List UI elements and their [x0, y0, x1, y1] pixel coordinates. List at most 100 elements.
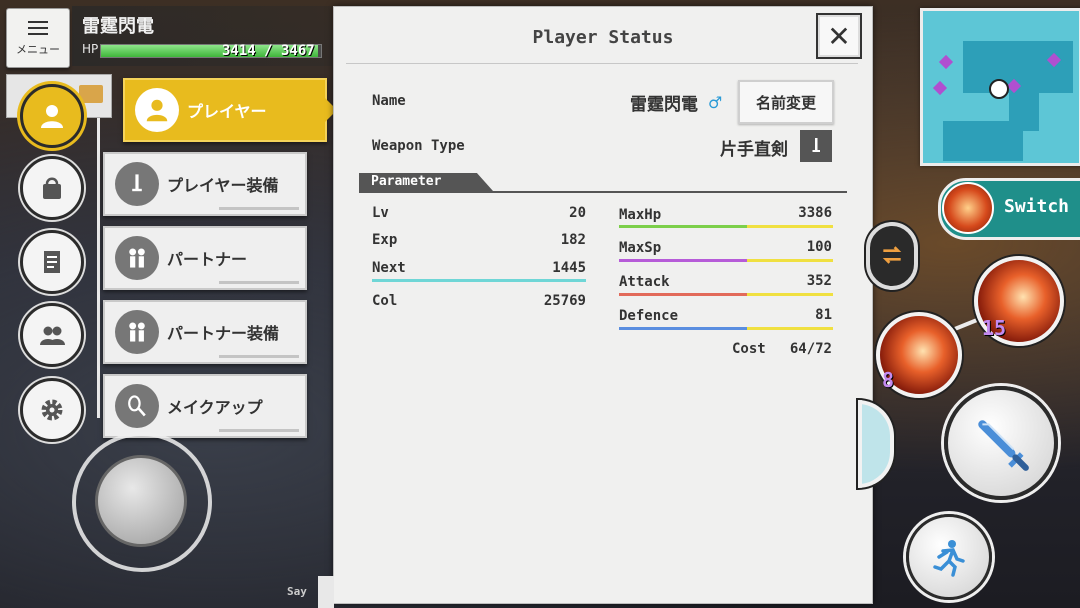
menu-button[interactable]: メニュー: [6, 8, 70, 68]
stat-maxsp-value: 100: [806, 239, 832, 255]
switch-label: Switch: [1004, 196, 1070, 217]
stat-col-value: 25769: [543, 293, 586, 309]
stat-attack-label: Attack: [619, 274, 670, 290]
sword-icon: [978, 420, 1029, 471]
switch-skill-icon: [942, 182, 994, 234]
makeup-icon: [115, 384, 159, 428]
side-menu-bag[interactable]: [20, 156, 84, 220]
maxsp-bar: [619, 259, 833, 262]
menu-connector-line: [97, 118, 100, 418]
partner-icon: [115, 236, 159, 280]
name-label: Name: [372, 93, 406, 109]
stat-maxhp-value: 3386: [798, 205, 832, 221]
submenu-partner-equip-label: パートナー装備: [167, 324, 280, 343]
say-label: Say: [287, 585, 307, 598]
dodge-button[interactable]: [906, 514, 992, 600]
joystick-knob[interactable]: [95, 455, 187, 547]
hp-value: 3414 / 3467: [222, 43, 315, 59]
stat-lv-label: Lv: [372, 205, 389, 221]
name-value: 雷霆閃電: [630, 95, 698, 115]
panel-title: Player Status: [532, 27, 674, 48]
person-icon: [41, 105, 63, 128]
hp-label: HP: [82, 42, 99, 56]
bag-icon: [43, 177, 61, 199]
player-icon: [135, 88, 179, 132]
close-icon: ✕: [827, 19, 851, 53]
maxhp-bar-bonus: [747, 225, 833, 228]
name-value-group: 雷霆閃電 ♂: [630, 90, 722, 115]
maxsp-bar-bonus: [747, 259, 833, 262]
maxsp-bar-base: [619, 259, 748, 262]
minimap-room: [943, 121, 1023, 161]
minimap[interactable]: [920, 8, 1080, 166]
gear-icon: [41, 399, 63, 421]
parameter-divider: [359, 191, 847, 193]
player-status-panel: Player Status ✕ Name 雷霆閃電 ♂ 名前変更 Weapon …: [333, 6, 873, 604]
close-button[interactable]: ✕: [816, 13, 862, 59]
stat-maxsp-label: MaxSp: [619, 240, 662, 256]
running-person-icon: [933, 540, 965, 577]
defence-bar-bonus: [747, 327, 833, 330]
parameter-header: Parameter: [359, 173, 493, 191]
stat-exp-label: Exp: [372, 232, 398, 248]
stat-exp-value: 182: [560, 232, 586, 248]
weapon-type-value: 片手直剣: [720, 140, 788, 160]
side-menu-player[interactable]: [20, 84, 84, 148]
partner-equip-icon: [115, 310, 159, 354]
submenu-partner-label: パートナー: [167, 250, 248, 269]
stat-next-label: Next: [372, 260, 406, 276]
party-icon: [40, 326, 65, 345]
stat-next-value: 1445: [552, 260, 586, 276]
side-menu-document[interactable]: [20, 230, 84, 294]
sword-equip-icon: [115, 162, 159, 206]
submenu-makeup[interactable]: メイクアップ: [103, 374, 307, 438]
hamburger-icon: [28, 21, 48, 35]
submenu-makeup-label: メイクアップ: [167, 398, 263, 417]
underline: [219, 207, 299, 210]
defence-bar: [619, 327, 833, 330]
skill-2-count: 8: [882, 368, 895, 392]
stat-attack-value: 352: [806, 273, 832, 289]
maxhp-bar: [619, 225, 833, 228]
cost-value: 64/72: [789, 341, 832, 357]
stat-defence-label: Defence: [619, 308, 679, 324]
minimap-enemy-marker: [932, 80, 948, 96]
swap-weapon-button[interactable]: [866, 222, 918, 290]
minimap-player-marker: [989, 79, 1009, 99]
rename-button[interactable]: 名前変更: [738, 80, 834, 124]
submenu-player-equip[interactable]: プレイヤー装備: [103, 152, 307, 216]
stat-maxhp-label: MaxHp: [619, 207, 662, 223]
next-exp-bar: [372, 279, 586, 282]
submenu-player-label: プレイヤー: [187, 102, 267, 121]
underline: [219, 355, 299, 358]
attack-bar: [619, 293, 833, 296]
submenu-partner-equip[interactable]: パートナー装備: [103, 300, 307, 364]
side-menu-settings[interactable]: [20, 378, 84, 442]
title-divider: [346, 63, 858, 64]
one-handed-sword-icon: [800, 130, 832, 162]
weapon-type-label: Weapon Type: [372, 138, 465, 154]
attack-bar-base: [619, 293, 748, 296]
submenu-player-equip-label: プレイヤー装備: [167, 176, 279, 195]
gender-male-icon: ♂: [708, 93, 723, 112]
chat-input-edge[interactable]: [318, 576, 334, 608]
attack-bar-bonus: [747, 293, 833, 296]
submenu-player[interactable]: プレイヤー: [123, 78, 327, 142]
stat-lv-value: 20: [569, 205, 586, 221]
stat-col-label: Col: [372, 293, 398, 309]
hud-player-name: 雷霆閃電: [82, 16, 154, 37]
menu-button-label: メニュー: [16, 43, 60, 56]
minimap-enemy-marker: [938, 54, 954, 70]
stat-defence-value: 81: [815, 307, 832, 323]
skill-1-count: 15: [982, 316, 1007, 340]
submenu-partner[interactable]: パートナー: [103, 226, 307, 290]
side-menu-party[interactable]: [20, 303, 84, 367]
mail-icon: [79, 85, 103, 103]
swap-icon: [882, 246, 902, 264]
defence-bar-base: [619, 327, 748, 330]
rename-button-label: 名前変更: [755, 93, 816, 112]
maxhp-bar-base: [619, 225, 748, 228]
attack-button[interactable]: [944, 386, 1058, 500]
skill-button-3[interactable]: [858, 400, 894, 488]
underline: [219, 429, 299, 432]
